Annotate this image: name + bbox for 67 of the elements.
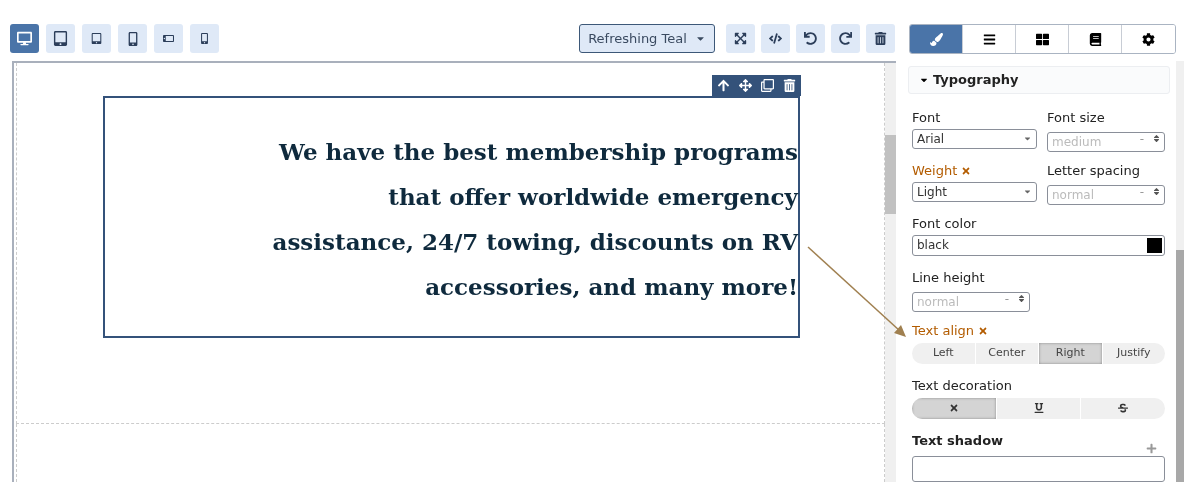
- arrow-up-icon[interactable]: [717, 79, 730, 92]
- device-button[interactable]: [10, 24, 39, 53]
- copy-icon[interactable]: [761, 79, 774, 92]
- desktop-icon: [17, 31, 32, 46]
- unit-label: -: [1004, 290, 1009, 308]
- clear-icon[interactable]: [978, 325, 989, 336]
- move-icon[interactable]: [739, 79, 752, 92]
- select-field[interactable]: Arial: [912, 128, 1037, 149]
- undo-icon: [804, 32, 817, 45]
- property-label: Weight: [912, 161, 958, 180]
- underline-icon: [1033, 403, 1044, 413]
- spinner-icon[interactable]: [1152, 134, 1161, 143]
- device-button[interactable]: [118, 24, 147, 53]
- property-label: Text decoration: [912, 376, 1012, 395]
- property-label: Font color: [912, 214, 977, 233]
- property-label: Text shadow: [912, 431, 1004, 450]
- align-option[interactable]: Left: [912, 342, 976, 364]
- tablet-icon: [53, 31, 68, 46]
- section-header[interactable]: Typography: [908, 66, 1170, 94]
- property-label: Line height: [912, 268, 985, 287]
- redo-icon: [839, 32, 852, 45]
- align-option[interactable]: Justify: [1102, 342, 1165, 364]
- caret-icon: [1023, 187, 1032, 196]
- align-option[interactable]: Right: [1039, 342, 1103, 364]
- theme-dropdown[interactable]: Refreshing Teal: [579, 24, 715, 53]
- property-label: Font: [912, 108, 941, 127]
- shadow-list-field[interactable]: [912, 456, 1165, 482]
- color-field[interactable]: black: [912, 234, 1165, 256]
- toolbar-button[interactable]: [796, 24, 825, 53]
- device-button[interactable]: [154, 24, 183, 53]
- device-button[interactable]: [82, 24, 111, 53]
- tablet-icon: [91, 33, 102, 44]
- select-field[interactable]: Light: [912, 181, 1037, 202]
- add-icon[interactable]: [1146, 443, 1157, 454]
- unit-label: -: [1139, 183, 1144, 201]
- grid-icon: [1035, 32, 1049, 46]
- spinner-icon[interactable]: [1152, 187, 1161, 196]
- property-label: Text align: [912, 321, 975, 340]
- caret-icon: [1023, 134, 1032, 143]
- fullscreen-icon: [734, 32, 747, 45]
- paintbrush-icon: [929, 32, 943, 46]
- code-icon: [769, 32, 782, 45]
- text-block[interactable]: We have the best membership programs that offer worldwide emergency assistance, 24/7 towing, discounts on RV accessories, and many more!: [103, 96, 800, 338]
- trash-icon[interactable]: [783, 79, 796, 92]
- property-label: Letter spacing: [1047, 161, 1140, 180]
- property-label: Font size: [1047, 108, 1105, 127]
- toolbar-button[interactable]: [726, 24, 755, 53]
- phone-icon: [199, 33, 210, 44]
- toolbar-button[interactable]: [761, 24, 790, 53]
- device-button[interactable]: [190, 24, 219, 53]
- toolbar-button[interactable]: [866, 24, 895, 53]
- trash-icon: [874, 32, 887, 45]
- spinner-icon[interactable]: [1017, 294, 1026, 303]
- book-icon: [1088, 32, 1102, 46]
- settings-icon: [1142, 32, 1155, 46]
- unit-label: -: [1139, 130, 1144, 148]
- scrollbar[interactable]: [1176, 61, 1184, 482]
- phone-icon: [163, 33, 174, 44]
- close-icon: [948, 403, 959, 413]
- toolbar-button[interactable]: [831, 24, 860, 53]
- scrollbar[interactable]: [885, 63, 896, 482]
- strikethrough-icon: [1118, 403, 1129, 413]
- device-button[interactable]: [46, 24, 75, 53]
- clear-icon[interactable]: [961, 165, 972, 176]
- menu-icon: [982, 32, 996, 46]
- color-swatch[interactable]: [1147, 237, 1162, 253]
- paragraph: We have the best membership programs that offer worldwide emergency assistance, 24/7 towing, discounts on RV accessories, and many more!: [271, 137, 798, 302]
